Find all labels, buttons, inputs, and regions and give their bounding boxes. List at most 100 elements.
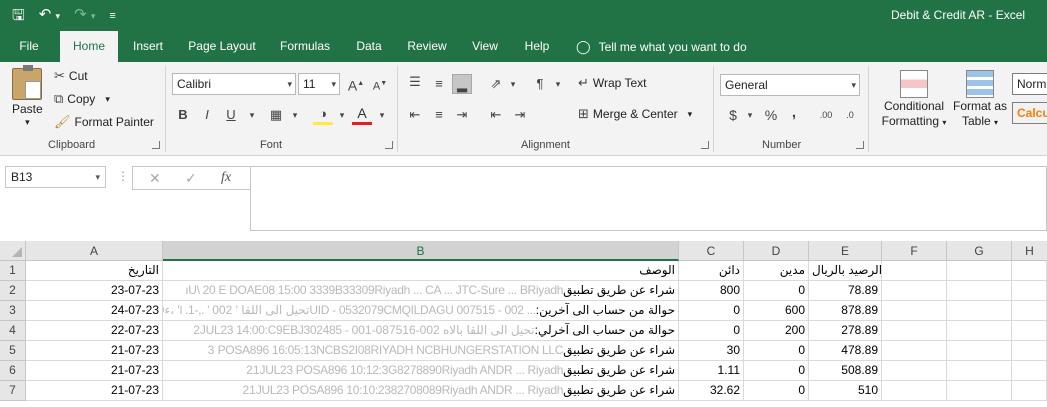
cell-e7[interactable]: 510 <box>809 381 882 401</box>
paste-button[interactable]: Paste ▾ <box>12 65 43 127</box>
bold-icon[interactable]: B <box>173 105 193 125</box>
conditional-formatting-button[interactable]: Conditional Formatting ▾ <box>878 70 950 128</box>
cell-c7[interactable]: 32.62 <box>679 381 744 401</box>
cell-f6[interactable] <box>882 361 947 381</box>
style-calculation[interactable]: Calcu <box>1012 102 1047 124</box>
cell-d1[interactable]: مدين <box>744 261 809 281</box>
cancel-icon[interactable]: ✕ <box>149 170 161 187</box>
cell-g3[interactable] <box>947 301 1012 321</box>
column-header-d[interactable]: D <box>744 241 809 261</box>
increase-decimal-icon[interactable]: .00 <box>816 105 836 125</box>
cell-e6[interactable]: 508.89 <box>809 361 882 381</box>
row-header[interactable]: 2 <box>0 281 26 301</box>
font-name-select[interactable]: Calibri ▾ <box>172 73 296 95</box>
cell-h4[interactable] <box>1012 321 1047 341</box>
chevron-down-icon[interactable]: ▾ <box>503 74 523 94</box>
cell-a7[interactable]: 21-07-23 <box>26 381 163 401</box>
name-box[interactable]: B13 ▾ <box>5 166 106 188</box>
check-icon[interactable]: ✓ <box>185 170 197 187</box>
decrease-font-size-icon[interactable]: A▼ <box>370 74 390 94</box>
cell-e4[interactable]: 278.89 <box>809 321 882 341</box>
formula-input[interactable] <box>250 166 1047 231</box>
insert-function-icon[interactable]: fx <box>221 170 231 186</box>
cell-e2[interactable]: 78.89 <box>809 281 882 301</box>
number-format-select[interactable]: General ▾ <box>720 74 860 96</box>
select-all-corner[interactable] <box>0 241 26 261</box>
cell-b5[interactable]: شراء عن طريق تطبيق3 POSA896 16:05:13NCBS… <box>163 341 679 361</box>
column-header-h[interactable]: H <box>1012 241 1047 261</box>
font-size-select[interactable]: 11 ▾ <box>298 73 340 95</box>
cell-g6[interactable] <box>947 361 1012 381</box>
cell-d7[interactable]: 0 <box>744 381 809 401</box>
text-direction-icon[interactable]: ¶ <box>530 74 550 94</box>
cell-f5[interactable] <box>882 341 947 361</box>
cell-b2[interactable]: شراء عن طريق تطبيقıU\ 20 E DOAE08 15:00 … <box>163 281 679 301</box>
chevron-down-icon[interactable]: ▾ <box>285 105 305 125</box>
decrease-decimal-icon[interactable]: .0 <box>840 105 860 125</box>
fill-color-icon[interactable]: ◑ <box>313 105 333 125</box>
chevron-down-icon[interactable]: ▾ <box>242 105 262 125</box>
cell-b1[interactable]: الوصف <box>163 261 679 281</box>
cell-f2[interactable] <box>882 281 947 301</box>
chevron-down-icon[interactable]: ▾ <box>740 105 760 125</box>
copy-button[interactable]: ⧉ Copy ▾ <box>54 92 110 107</box>
cell-g2[interactable] <box>947 281 1012 301</box>
cell-g1[interactable] <box>947 261 1012 281</box>
cell-d4[interactable]: 200 <box>744 321 809 341</box>
increase-indent-icon[interactable]: ⇥ <box>510 105 530 125</box>
row-header[interactable]: 7 <box>0 381 26 401</box>
column-header-a[interactable]: A <box>26 241 163 261</box>
font-color-icon[interactable]: A <box>352 105 372 125</box>
cell-h5[interactable] <box>1012 341 1047 361</box>
cell-h2[interactable] <box>1012 281 1047 301</box>
cell-b7[interactable]: شراء عن طريق تطبيق21JUL23 POSA896 10:10:… <box>163 381 679 401</box>
clipboard-launcher-icon[interactable] <box>152 141 160 149</box>
font-launcher-icon[interactable] <box>385 141 393 149</box>
cell-g4[interactable] <box>947 321 1012 341</box>
column-header-e[interactable]: E <box>809 241 882 261</box>
cell-f3[interactable] <box>882 301 947 321</box>
cell-a2[interactable]: 23-07-23 <box>26 281 163 301</box>
redo-icon[interactable]: ↷ ▾ <box>74 6 95 25</box>
column-header-g[interactable]: G <box>947 241 1012 261</box>
column-header-c[interactable]: C <box>679 241 744 261</box>
decrease-indent-icon[interactable]: ⇤ <box>486 105 506 125</box>
cell-e1[interactable]: الرصيد بالريال <box>809 261 882 281</box>
cell-a4[interactable]: 22-07-23 <box>26 321 163 341</box>
cell-d6[interactable]: 0 <box>744 361 809 381</box>
save-icon[interactable]: 🖫 <box>12 7 25 25</box>
column-header-b[interactable]: B <box>163 241 679 261</box>
wrap-text-button[interactable]: ↵ Wrap Text <box>578 76 646 91</box>
tab-insert[interactable]: Insert <box>124 31 172 62</box>
tab-file[interactable]: File <box>8 31 50 62</box>
splitter-handle[interactable]: ⋮ <box>117 169 129 183</box>
chevron-down-icon[interactable]: ▾ <box>548 74 568 94</box>
tab-formulas[interactable]: Formulas <box>272 31 338 62</box>
cell-g7[interactable] <box>947 381 1012 401</box>
top-align-icon[interactable]: ☰ <box>405 72 425 92</box>
tab-page-layout[interactable]: Page Layout <box>182 31 262 62</box>
row-header[interactable]: 5 <box>0 341 26 361</box>
cell-a5[interactable]: 21-07-23 <box>26 341 163 361</box>
cell-h3[interactable] <box>1012 301 1047 321</box>
italic-icon[interactable]: I <box>197 105 217 125</box>
cell-c3[interactable]: 0 <box>679 301 744 321</box>
row-header[interactable]: 6 <box>0 361 26 381</box>
cell-f1[interactable] <box>882 261 947 281</box>
underline-icon[interactable]: U <box>221 105 241 125</box>
cell-e3[interactable]: 878.89 <box>809 301 882 321</box>
align-left-icon[interactable]: ⇤ <box>405 105 425 125</box>
cell-c2[interactable]: 800 <box>679 281 744 301</box>
row-header[interactable]: 3 <box>0 301 26 321</box>
cell-b4[interactable]: حوالة من حساب الى آخرلي:2JUL23 14:00:C9E… <box>163 321 679 341</box>
cell-f4[interactable] <box>882 321 947 341</box>
row-header[interactable]: 1 <box>0 261 26 281</box>
align-right-icon[interactable]: ⇥ <box>452 105 472 125</box>
align-center-icon[interactable]: ≡ <box>429 105 449 125</box>
tab-view[interactable]: View <box>464 31 506 62</box>
cell-c6[interactable]: 1.11 <box>679 361 744 381</box>
cell-h7[interactable] <box>1012 381 1047 401</box>
row-header[interactable]: 4 <box>0 321 26 341</box>
cell-c1[interactable]: دائن <box>679 261 744 281</box>
customize-qat-icon[interactable]: ≡ <box>109 7 115 25</box>
